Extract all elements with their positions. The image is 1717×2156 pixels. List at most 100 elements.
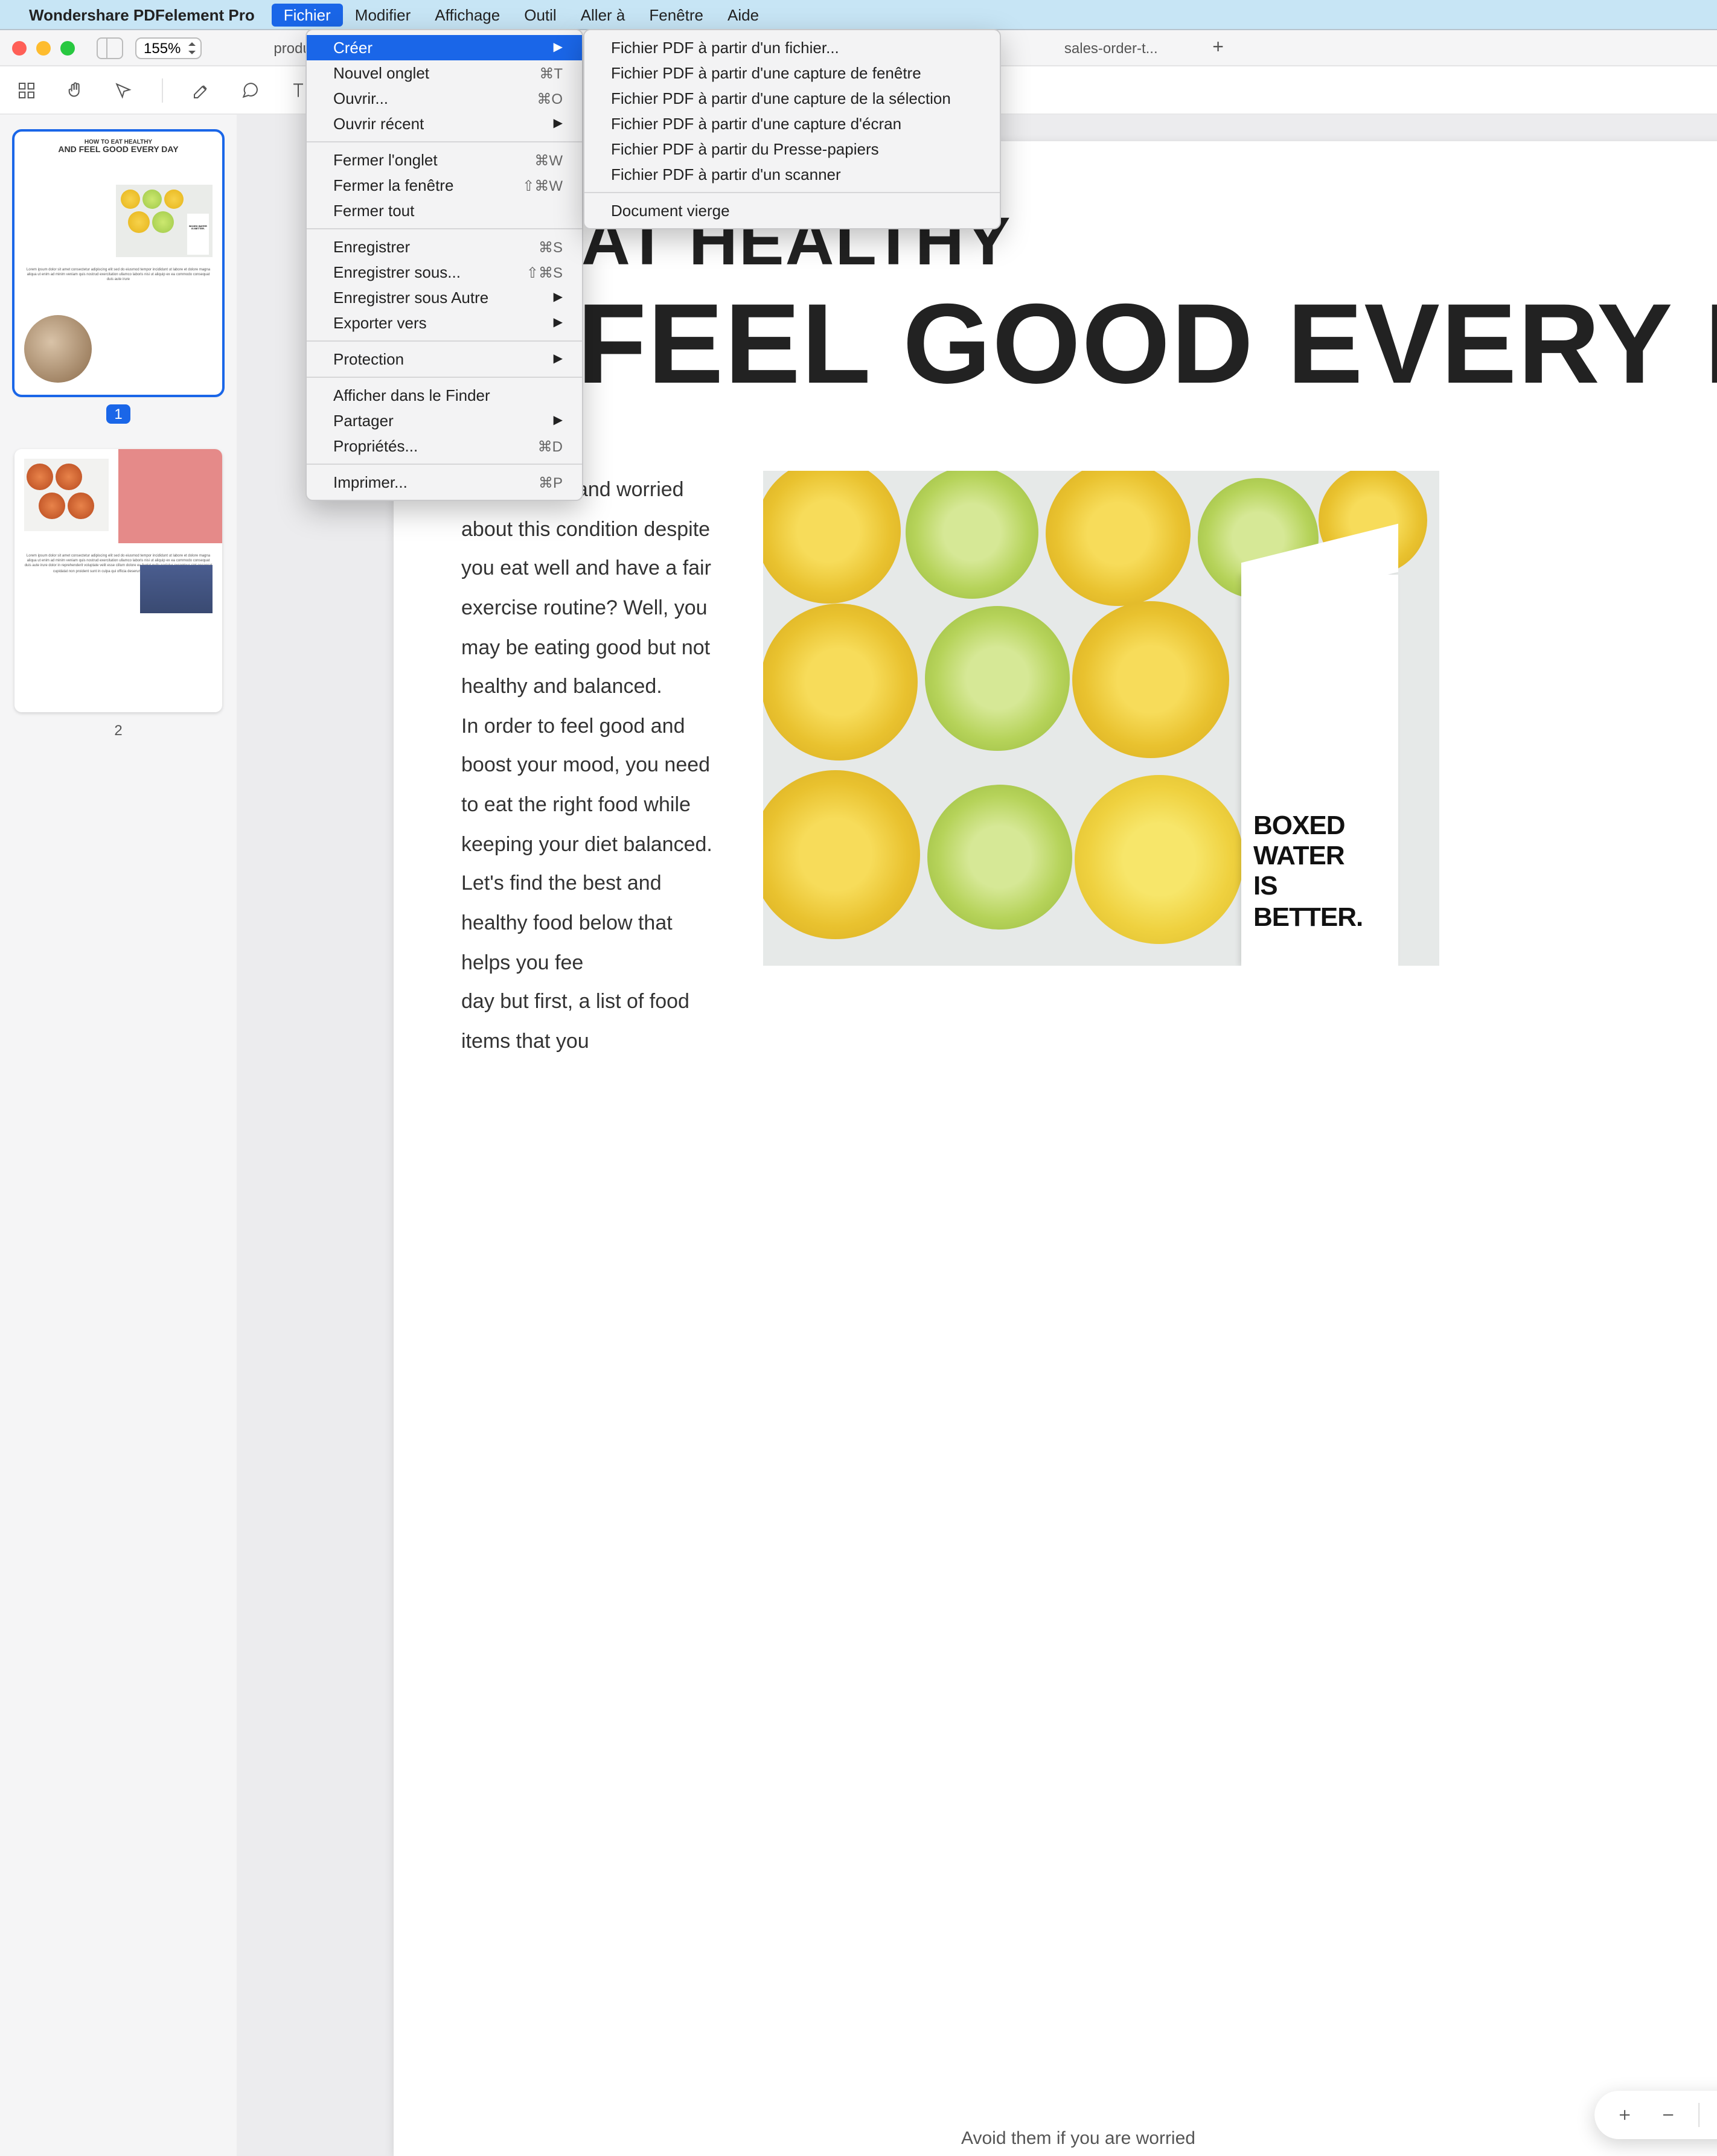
traffic-lights	[12, 40, 75, 55]
menu-allera[interactable]: Aller à	[569, 3, 638, 26]
nav-separator	[1698, 2103, 1699, 2127]
doc-para-3: day but first, a list of food items that…	[461, 990, 689, 1052]
fichier-item-16[interactable]: Afficher dans le Finder	[307, 383, 582, 408]
fichier-label-11: Enregistrer sous Autre	[333, 289, 488, 307]
fichier-label-18: Propriétés...	[333, 437, 418, 455]
thumbnail-2-num: 2	[14, 722, 222, 739]
tool-hand[interactable]	[65, 80, 85, 100]
fichier-arrow-12: ▶	[517, 316, 563, 330]
fichier-label-7: Fermer tout	[333, 202, 414, 220]
thumbnail-1-wrap: HOW TO EAT HEALTHY AND FEEL GOOD EVERY D…	[14, 132, 222, 425]
fichier-shortcut-5: ⌘W	[498, 151, 563, 168]
creer-label-5: Fichier PDF à partir d'un scanner	[611, 165, 841, 183]
creer-item-7[interactable]: Document vierge	[584, 198, 1000, 223]
fichier-item-18[interactable]: Propriétés... ⌘D	[307, 433, 582, 459]
fichier-item-3[interactable]: Ouvrir récent▶	[307, 111, 582, 136]
fichier-item-0[interactable]: Créer ▶	[307, 35, 582, 60]
menu-fenetre[interactable]: Fenêtre	[637, 3, 715, 26]
add-tab-button[interactable]: +	[1206, 36, 1230, 60]
carton-line-3: BETTER.	[1253, 901, 1386, 932]
creer-item-3[interactable]: Fichier PDF à partir d'une capture d'écr…	[584, 111, 1000, 136]
zoom-out-button[interactable]	[1655, 2102, 1681, 2128]
page-nav-toolbar: / 2	[1594, 2091, 1717, 2139]
fichier-item-17[interactable]: Partager ▶	[307, 408, 582, 433]
doc-tab-5[interactable]: sales-order-t...	[1016, 39, 1206, 56]
fichier-sep-4	[307, 141, 582, 142]
fichier-item-20[interactable]: Imprimer... ⌘P	[307, 470, 582, 495]
fichier-shortcut-2: ⌘O	[500, 90, 563, 107]
creer-label-0: Fichier PDF à partir d'un fichier...	[611, 39, 839, 57]
fichier-label-1: Nouvel onglet	[333, 64, 429, 82]
fichier-item-1[interactable]: Nouvel onglet ⌘T	[307, 60, 582, 86]
fichier-item-10[interactable]: Enregistrer sous... ⇧⌘S	[307, 260, 582, 285]
fichier-item-9[interactable]: Enregistrer⌘S	[307, 234, 582, 260]
menu-aide[interactable]: Aide	[715, 3, 771, 26]
fichier-item-7[interactable]: Fermer tout	[307, 198, 582, 223]
creer-item-1[interactable]: Fichier PDF à partir d'une capture de fe…	[584, 60, 1000, 86]
fichier-sep-13	[307, 340, 582, 342]
zoom-value: 155%	[144, 39, 181, 56]
creer-label-4: Fichier PDF à partir du Presse-papiers	[611, 140, 879, 158]
tool-select[interactable]	[114, 80, 133, 100]
hero-image: BOXED WATER IS BETTER.	[763, 471, 1439, 966]
fichier-item-12[interactable]: Exporter vers ▶	[307, 310, 582, 336]
creer-label-7: Document vierge	[611, 202, 730, 220]
thumbnail-1-badge: 1	[106, 404, 130, 424]
fichier-shortcut-20: ⌘P	[502, 474, 563, 491]
fichier-sep-15	[307, 377, 582, 378]
tool-thumbnails[interactable]	[17, 80, 36, 100]
fichier-item-5[interactable]: Fermer l'onglet ⌘W	[307, 147, 582, 173]
main-area: HOW TO EAT HEALTHY AND FEEL GOOD EVERY D…	[0, 115, 1717, 2156]
fichier-shortcut-18: ⌘D	[502, 438, 563, 454]
creer-label-2: Fichier PDF à partir d'une capture de la…	[611, 89, 951, 107]
fichier-sep-8	[307, 228, 582, 229]
carton-line-0: BOXED	[1253, 810, 1386, 841]
fichier-label-5: Fermer l'onglet	[333, 151, 438, 169]
thumbnail-page-2[interactable]: Lorem ipsum dolor sit amet consectetur a…	[14, 449, 222, 712]
tool-edit[interactable]	[192, 80, 211, 100]
creer-item-2[interactable]: Fichier PDF à partir d'une capture de la…	[584, 86, 1000, 111]
fichier-label-12: Exporter vers	[333, 314, 427, 332]
zoom-select[interactable]: 155%	[135, 37, 201, 59]
menu-modifier[interactable]: Modifier	[343, 3, 423, 26]
close-window-icon[interactable]	[12, 40, 27, 55]
doc-para-2: In order to feel good and boost your moo…	[461, 715, 712, 974]
menu-fichier[interactable]: Fichier	[272, 3, 343, 26]
doc-footer-snippet: Avoid them if you are worried	[961, 2128, 1195, 2149]
creer-item-4[interactable]: Fichier PDF à partir du Presse-papiers	[584, 136, 1000, 162]
thumbnail-page-1[interactable]: HOW TO EAT HEALTHY AND FEEL GOOD EVERY D…	[14, 132, 222, 395]
fichier-label-9: Enregistrer	[333, 238, 410, 256]
fichier-arrow-3: ▶	[517, 117, 563, 130]
fichier-arrow-17: ▶	[517, 414, 563, 427]
app-window: 155% produ... rm gamestop-ap... sales-or…	[0, 29, 1717, 2156]
fichier-shortcut-10: ⇧⌘S	[490, 264, 563, 281]
fichier-item-11[interactable]: Enregistrer sous Autre▶	[307, 285, 582, 310]
creer-sep-6	[584, 192, 1000, 193]
tool-comment[interactable]	[240, 80, 260, 100]
thumb1-subtitle: AND FEEL GOOD EVERY DAY	[22, 146, 215, 156]
sidebar-toggle-icon[interactable]	[97, 37, 123, 59]
creer-item-5[interactable]: Fichier PDF à partir d'un scanner	[584, 162, 1000, 187]
carton-graphic: BOXED WATER IS BETTER.	[1241, 575, 1398, 966]
menu-outil[interactable]: Outil	[512, 3, 568, 26]
fullscreen-window-icon[interactable]	[60, 40, 75, 55]
thumbnails-sidebar: HOW TO EAT HEALTHY AND FEEL GOOD EVERY D…	[0, 115, 237, 2156]
doc-title-line2: D FEEL GOOD EVERY DAY	[461, 287, 1717, 401]
minimize-window-icon[interactable]	[36, 40, 51, 55]
fichier-item-2[interactable]: Ouvrir...⌘O	[307, 86, 582, 111]
fichier-label-17: Partager	[333, 412, 394, 430]
fichier-shortcut-6: ⇧⌘W	[486, 177, 563, 194]
zoom-in-button[interactable]	[1611, 2102, 1638, 2128]
fichier-item-6[interactable]: Fermer la fenêtre⇧⌘W	[307, 173, 582, 198]
fichier-label-10: Enregistrer sous...	[333, 263, 461, 281]
fichier-label-0: Créer	[333, 39, 372, 57]
menu-affichage[interactable]: Affichage	[423, 3, 512, 26]
fichier-arrow-14: ▶	[517, 352, 563, 366]
fichier-shortcut-1: ⌘T	[503, 65, 563, 81]
dropdown-creer: Fichier PDF à partir d'un fichier... Fich…	[583, 29, 1001, 229]
fichier-arrow-0: ▶	[517, 41, 563, 54]
fichier-item-14[interactable]: Protection▶	[307, 346, 582, 372]
page-content: O EAT HEALTHY D FEEL GOOD EVERY DAY eeli…	[394, 141, 1717, 2156]
fichier-label-20: Imprimer...	[333, 473, 408, 491]
creer-item-0[interactable]: Fichier PDF à partir d'un fichier...	[584, 35, 1000, 60]
